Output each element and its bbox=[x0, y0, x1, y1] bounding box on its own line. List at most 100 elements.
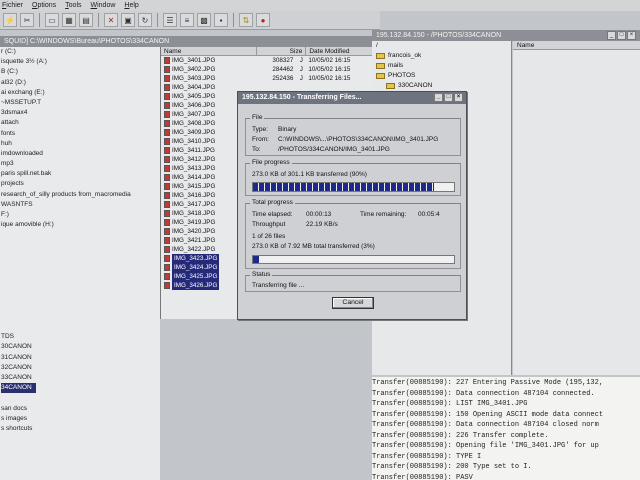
remote-tree-item[interactable]: PHOTOS bbox=[372, 71, 511, 81]
tree-item[interactable] bbox=[0, 393, 160, 403]
tree-item[interactable]: 34CANON bbox=[0, 383, 160, 394]
tree-item[interactable]: 31CANON bbox=[0, 353, 160, 363]
tree-item[interactable]: attach bbox=[0, 118, 160, 128]
tree-item[interactable]: paris spill.net.bak bbox=[0, 169, 160, 179]
tree-item[interactable] bbox=[0, 241, 160, 251]
tree-item[interactable]: research_of_silly products from_macromed… bbox=[0, 190, 160, 200]
tree-item[interactable] bbox=[0, 251, 160, 261]
local-folder-tree[interactable]: r (C:) isquette 3½ (A:) B (C:) al32 (D:) ai … bbox=[0, 47, 160, 480]
tree-item[interactable]: fonts bbox=[0, 129, 160, 139]
properties-icon[interactable]: ▤ bbox=[79, 13, 93, 27]
total-progress-bar bbox=[252, 255, 455, 264]
file-name: IMG_3404.JPG bbox=[172, 84, 216, 91]
tree-item[interactable]: r (C:) bbox=[0, 47, 160, 57]
tree-item[interactable] bbox=[0, 271, 160, 281]
view-icon[interactable]: ▦ bbox=[62, 13, 76, 27]
tree-item[interactable]: ique amovible (H:) bbox=[0, 220, 160, 230]
file-row[interactable]: IMG_3401.JPG 308327 J 10/05/02 16:15 bbox=[161, 56, 378, 65]
cancel-button[interactable]: Cancel bbox=[332, 297, 374, 309]
tree-item[interactable]: WASNTFS bbox=[0, 200, 160, 210]
tree-item[interactable]: san docs bbox=[0, 404, 160, 414]
file-name: IMG_3413.JPG bbox=[172, 165, 216, 172]
remote-tree-item[interactable]: 330CANON bbox=[372, 81, 511, 91]
file-row[interactable]: IMG_3402.JPG 284462 J 10/05/02 16:15 bbox=[161, 65, 378, 74]
tree-item[interactable] bbox=[0, 312, 160, 322]
large-icons-icon[interactable]: ▩ bbox=[197, 13, 211, 27]
remote-tree-item[interactable]: mails bbox=[372, 61, 511, 71]
tree-item[interactable]: 3dsmax4 bbox=[0, 108, 160, 118]
delete-icon[interactable]: ✕ bbox=[104, 13, 118, 27]
jpg-file-icon bbox=[164, 84, 170, 91]
tree-item[interactable]: F:) bbox=[0, 210, 160, 220]
minimize-icon[interactable]: _ bbox=[607, 31, 616, 40]
tree-item[interactable]: s shortcuts bbox=[0, 424, 160, 434]
tree-item[interactable] bbox=[0, 292, 160, 302]
tree-item[interactable]: imdownloaded bbox=[0, 149, 160, 159]
jpg-file-icon bbox=[164, 246, 170, 253]
tree-item[interactable]: B (C:) bbox=[0, 67, 160, 77]
tree-item[interactable] bbox=[0, 261, 160, 271]
refresh-icon[interactable]: ↻ bbox=[138, 13, 152, 27]
tree-item-label: 34CANON bbox=[1, 383, 36, 394]
tree-item-label: mp3 bbox=[1, 160, 14, 168]
file-name: IMG_3425.JPG bbox=[172, 272, 220, 281]
connect-icon[interactable]: ⚡ bbox=[3, 13, 17, 27]
transfer-icon[interactable]: ⇅ bbox=[239, 13, 253, 27]
dialog-maximize-icon[interactable]: □ bbox=[444, 93, 453, 102]
menu-item[interactable]: Help bbox=[124, 2, 138, 9]
remote-column-name-header[interactable]: Name bbox=[513, 41, 640, 50]
new-folder-icon[interactable]: ▭ bbox=[45, 13, 59, 27]
details-view-icon[interactable]: ≡ bbox=[180, 13, 194, 27]
file-name: IMG_3421.JPG bbox=[172, 237, 216, 244]
menu-item[interactable]: Options bbox=[32, 2, 56, 9]
column-size-header[interactable]: Size bbox=[257, 47, 307, 55]
file-name: IMG_3419.JPG bbox=[172, 219, 216, 226]
disconnect-icon[interactable]: ✂ bbox=[20, 13, 34, 27]
close-icon[interactable]: × bbox=[627, 31, 636, 40]
tree-item[interactable] bbox=[0, 281, 160, 291]
remote-file-list[interactable]: Name bbox=[513, 41, 640, 375]
tree-item[interactable]: ~MSSETUP.T bbox=[0, 98, 160, 108]
dialog-close-icon[interactable]: × bbox=[454, 93, 463, 102]
column-name-header[interactable]: Name bbox=[161, 47, 257, 55]
tree-item-label: fonts bbox=[1, 129, 16, 137]
remote-tree-item[interactable]: / bbox=[372, 41, 511, 51]
tree-item-label: huh bbox=[1, 139, 12, 147]
tree-item[interactable]: TDS bbox=[0, 332, 160, 342]
tree-item[interactable]: isquette 3½ (A:) bbox=[0, 57, 160, 67]
tree-item[interactable] bbox=[0, 230, 160, 240]
tree-item[interactable]: huh bbox=[0, 139, 160, 149]
dialog-minimize-icon[interactable]: _ bbox=[434, 93, 443, 102]
tree-item-label: 30CANON bbox=[1, 343, 32, 351]
tree-item[interactable]: ai exchang (E:) bbox=[0, 88, 160, 98]
file-name: IMG_3414.JPG bbox=[172, 174, 216, 181]
small-icons-icon[interactable]: ▪ bbox=[214, 13, 228, 27]
file-name-cell: IMG_3403.JPG bbox=[161, 74, 257, 83]
file-row[interactable]: IMG_3403.JPG 252436 J 10/05/02 16:15 bbox=[161, 74, 378, 83]
menu-item[interactable]: Fichier bbox=[2, 2, 23, 9]
menu-item[interactable]: Tools bbox=[65, 2, 81, 9]
rename-icon[interactable]: ▣ bbox=[121, 13, 135, 27]
jpg-file-icon bbox=[164, 93, 170, 100]
tree-item[interactable]: al32 (D:) bbox=[0, 78, 160, 88]
tree-item[interactable]: 32CANON bbox=[0, 363, 160, 373]
file-name: IMG_3417.JPG bbox=[172, 201, 216, 208]
tree-item[interactable]: mp3 bbox=[0, 159, 160, 169]
to-value: /PHOTOS/334CANON/IMG_3401.JPG bbox=[278, 146, 390, 153]
tree-item-label: paris spill.net.bak bbox=[1, 170, 52, 178]
folder-icon bbox=[376, 63, 385, 69]
remote-tree-item[interactable]: francois_ok bbox=[372, 51, 511, 61]
tree-item[interactable] bbox=[0, 302, 160, 312]
tree-item[interactable]: s images bbox=[0, 414, 160, 424]
tree-item-label: F:) bbox=[1, 211, 9, 218]
tree-item[interactable] bbox=[0, 322, 160, 332]
tree-item[interactable]: projects bbox=[0, 179, 160, 189]
stop-icon[interactable]: ● bbox=[256, 13, 270, 27]
jpg-file-icon bbox=[164, 201, 170, 208]
list-view-icon[interactable]: ☰ bbox=[163, 13, 177, 27]
column-date-header[interactable]: Date Modified bbox=[306, 47, 378, 55]
maximize-icon[interactable]: □ bbox=[617, 31, 626, 40]
tree-item[interactable]: 30CANON bbox=[0, 342, 160, 352]
tree-item[interactable]: 33CANON bbox=[0, 373, 160, 383]
menu-item[interactable]: Window bbox=[91, 2, 116, 9]
